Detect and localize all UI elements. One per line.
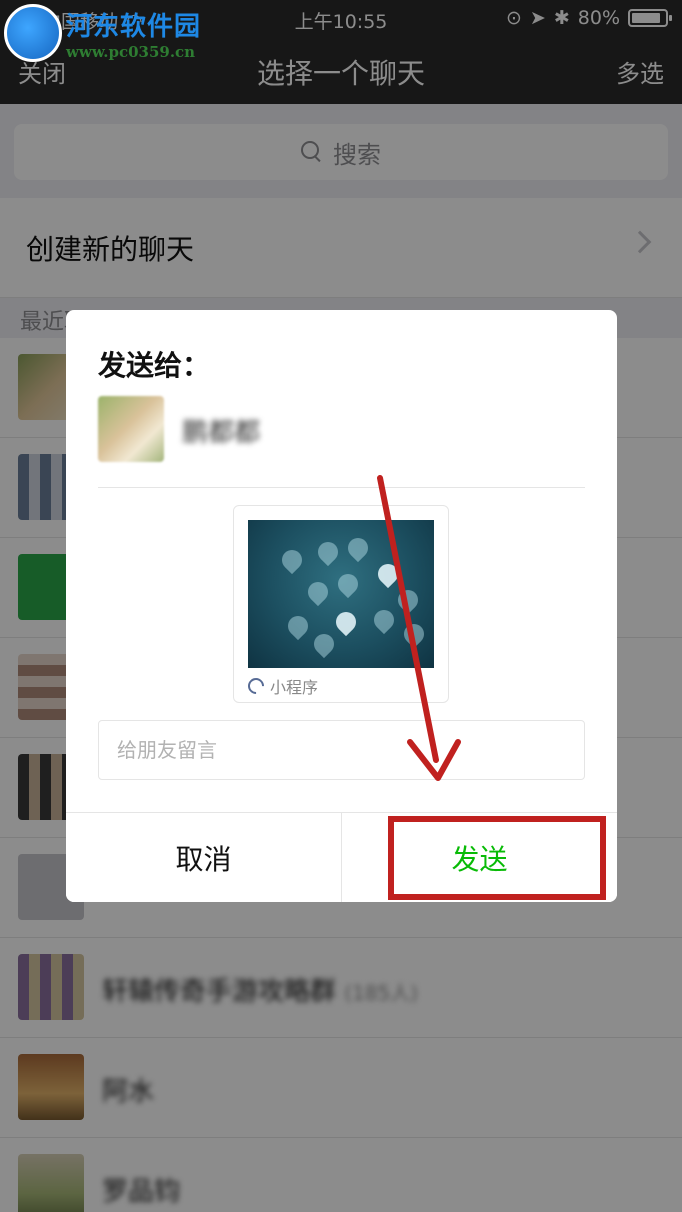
map-pin-icon bbox=[373, 559, 403, 589]
watermark-url: www.pc0359.cn bbox=[66, 42, 196, 61]
map-pin-icon bbox=[283, 611, 313, 641]
map-pin-icon bbox=[369, 605, 399, 635]
watermark-logo-icon bbox=[4, 4, 62, 62]
mini-program-label: 小程序 bbox=[270, 678, 319, 697]
send-button[interactable]: 发送 bbox=[342, 813, 617, 902]
map-pin-icon bbox=[331, 607, 361, 637]
send-dialog: 发送给： 鹏都都 小程序 取消 发送 bbox=[66, 310, 617, 902]
dialog-buttons: 取消 发送 bbox=[66, 812, 617, 902]
recipient-avatar bbox=[98, 396, 164, 462]
cancel-button[interactable]: 取消 bbox=[66, 813, 342, 902]
recipient-name: 鹏都都 bbox=[182, 418, 261, 448]
mini-program-footer: 小程序 bbox=[244, 674, 319, 698]
map-pin-icon bbox=[309, 629, 339, 659]
watermark-title: 河东软件园 bbox=[66, 11, 202, 42]
map-pin-icon bbox=[303, 577, 333, 607]
map-pin-icon bbox=[313, 537, 343, 567]
dialog-title: 发送给： bbox=[98, 349, 211, 382]
mini-program-icon bbox=[244, 674, 268, 698]
map-pin-icon bbox=[333, 569, 363, 599]
mini-program-thumbnail bbox=[248, 520, 434, 668]
map-pin-icon bbox=[343, 533, 373, 563]
dialog-divider bbox=[98, 487, 585, 488]
mini-program-card: 小程序 bbox=[233, 505, 449, 703]
watermark: 河东软件园 www.pc0359.cn bbox=[4, 4, 201, 62]
message-input[interactable] bbox=[98, 720, 585, 780]
map-pin-icon bbox=[277, 545, 307, 575]
map-pin-icon bbox=[393, 585, 423, 615]
map-pin-icon bbox=[399, 619, 429, 649]
